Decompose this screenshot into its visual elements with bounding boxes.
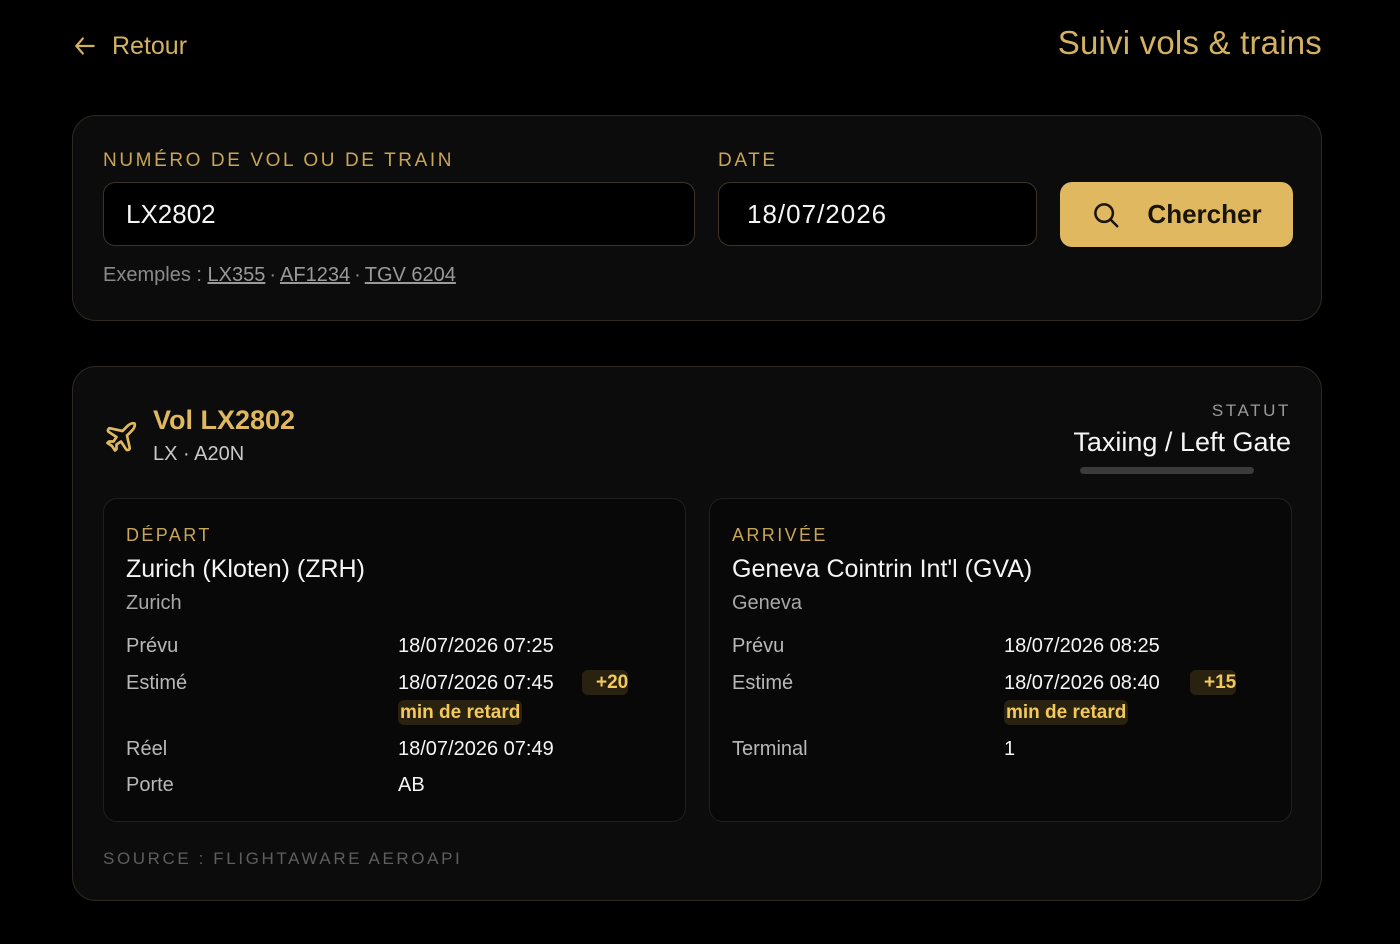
departure-actual-value: 18/07/2026 07:49	[398, 738, 554, 760]
search-icon	[1094, 202, 1119, 227]
departure-estimated-value: 18/07/2026 07:45	[398, 672, 554, 694]
search-button[interactable]: Chercher	[1060, 182, 1293, 247]
status-value: Taxiing / Left Gate	[1073, 427, 1291, 457]
arrival-delay-amount: +15	[1190, 670, 1237, 695]
arrival-airport: Geneva Cointrin Int'l (GVA)	[732, 555, 1033, 583]
examples-separator: ·	[269, 264, 277, 286]
example-link[interactable]: LX355	[208, 264, 266, 286]
search-button-label: Chercher	[1147, 199, 1262, 229]
airplane-icon	[106, 421, 137, 452]
arrival-estimated-label: Estimé	[732, 672, 794, 694]
example-link[interactable]: TGV 6204	[365, 264, 456, 286]
delay-chip: +20	[582, 670, 629, 695]
example-link[interactable]: AF1234	[280, 264, 350, 286]
number-field-label: NUMÉRO DE VOL OU DE TRAIN	[103, 150, 455, 171]
arrival-city: Geneva	[732, 592, 803, 614]
examples-separator: ·	[354, 264, 361, 286]
arrival-scheduled-label: Prévu	[732, 635, 785, 657]
departure-gate-value: AB	[398, 774, 425, 796]
status-progress-bar	[1080, 467, 1254, 474]
arrival-estimated-value: 18/07/2026 08:40	[1004, 672, 1160, 694]
flight-tracker-page: Retour Suivi vols & trains NUMÉRO DE VOL…	[0, 0, 1400, 944]
flight-title: Vol LX2802	[153, 405, 296, 435]
departure-delay-text: min de retard	[398, 700, 638, 725]
date-input[interactable]: 18/07/2026	[718, 182, 1037, 246]
arrival-delay-text: min de retard	[1004, 700, 1244, 725]
departure-scheduled-label: Prévu	[126, 635, 179, 657]
delay-chip: min de retard	[398, 700, 523, 725]
departure-scheduled-value: 18/07/2026 07:25	[398, 635, 554, 657]
back-link[interactable]: Retour	[72, 28, 187, 64]
departure-airport: Zurich (Kloten) (ZRH)	[126, 555, 365, 583]
examples-prefix: Exemples :	[103, 264, 202, 286]
departure-kicker: DÉPART	[126, 525, 212, 545]
examples-line: Exemples : LX355 · AF1234 · TGV 6204	[103, 264, 456, 287]
departure-delay-amount: +20	[582, 670, 629, 695]
departure-panel: DÉPART Zurich (Kloten) (ZRH) Zurich Prév…	[103, 498, 686, 822]
departure-actual-label: Réel	[126, 738, 168, 760]
departure-city: Zurich	[126, 592, 182, 614]
date-field-label: DATE	[718, 150, 778, 171]
arrival-scheduled-value: 18/07/2026 08:25	[1004, 635, 1160, 657]
status-label: STATUT	[1211, 401, 1291, 420]
arrow-left-icon	[75, 37, 95, 55]
arrival-panel: ARRIVÉE Geneva Cointrin Int'l (GVA) Gene…	[709, 498, 1292, 822]
delay-chip: +15	[1190, 670, 1237, 695]
flight-subtitle: LX · A20N	[153, 443, 245, 465]
number-input[interactable]: LX2802	[103, 182, 695, 246]
data-source-note: SOURCE : FLIGHTAWARE AEROAPI	[103, 849, 463, 868]
app-title: Suivi vols & trains	[1057, 24, 1322, 61]
arrival-kicker: ARRIVÉE	[732, 525, 828, 545]
arrival-terminal-value: 1	[1004, 738, 1016, 760]
result-card: Vol LX2802 LX · A20N STATUT Taxiing / Le…	[72, 366, 1322, 901]
arrival-terminal-label: Terminal	[732, 738, 808, 760]
departure-gate-label: Porte	[126, 774, 174, 796]
departure-estimated-label: Estimé	[126, 672, 188, 694]
search-card: NUMÉRO DE VOL OU DE TRAIN LX2802 DATE 18…	[72, 115, 1322, 321]
back-label: Retour	[112, 31, 188, 60]
delay-chip: min de retard	[1004, 700, 1129, 725]
